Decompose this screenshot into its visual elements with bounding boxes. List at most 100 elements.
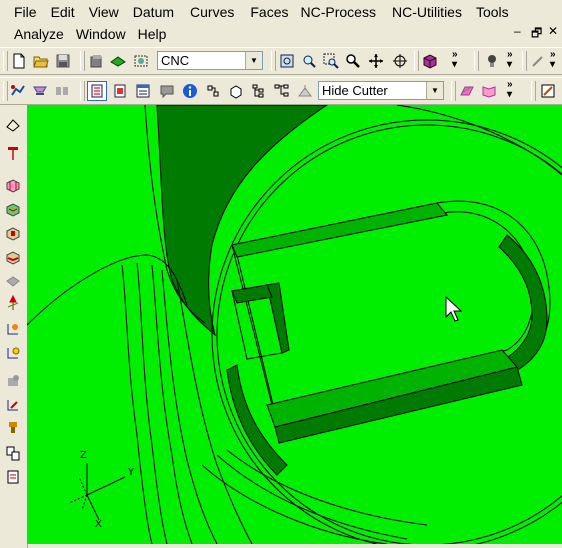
toolbar-grip[interactable]: [80, 81, 85, 101]
tool-library-button[interactable]: [3, 143, 23, 163]
toolpath-button[interactable]: [8, 81, 28, 101]
zoom-button[interactable]: [343, 51, 363, 71]
restore-button[interactable]: 🗗: [531, 24, 542, 45]
roughing-button[interactable]: [3, 175, 23, 195]
toolbar-grip[interactable]: [522, 51, 527, 71]
eraser-tool-button[interactable]: [3, 115, 23, 135]
zoom-window-icon: [303, 55, 316, 68]
info-button[interactable]: [180, 81, 200, 101]
profiling-button[interactable]: [3, 247, 23, 267]
zoom-window-button[interactable]: [299, 51, 319, 71]
toolbar-overflow-icon[interactable]: » ▾: [507, 50, 512, 70]
path-display-button[interactable]: [203, 81, 223, 101]
disabled-tool-icon: [8, 375, 19, 386]
verify-icon: [298, 85, 312, 97]
menu-file[interactable]: File: [14, 1, 45, 23]
toolbar-grip[interactable]: [531, 81, 536, 101]
toolbar-grip[interactable]: [474, 51, 479, 71]
sketch-button[interactable]: [528, 51, 548, 71]
chevron-down-icon: ▼: [426, 82, 443, 99]
nc-output-button[interactable]: [3, 467, 23, 487]
cutter-display-select[interactable]: Hide Cutter ▼: [318, 81, 444, 100]
save-disk-icon: [56, 54, 70, 68]
engrave-icon: [7, 400, 18, 411]
post-process-button[interactable]: [3, 443, 23, 463]
menu-window[interactable]: Window: [76, 23, 134, 45]
fixture-icon: [33, 86, 47, 95]
roughing-icon: [6, 179, 20, 193]
menu-nc-process[interactable]: NC-Process: [301, 1, 384, 23]
toolbar-grip[interactable]: [3, 51, 8, 71]
toolbar-grip[interactable]: [451, 81, 456, 101]
cutter-display-value: Hide Cutter: [322, 83, 388, 98]
toolbar-overflow-icon[interactable]: » ▾: [452, 50, 457, 70]
mode-select[interactable]: CNC ▼: [157, 51, 263, 70]
menu-nc-utilities[interactable]: NC-Utilities: [392, 1, 470, 23]
menu-datum[interactable]: Datum: [133, 1, 182, 23]
close-button[interactable]: ✕: [548, 24, 558, 38]
profiling-icon: [6, 251, 20, 265]
toolbar-overflow-icon[interactable]: » ▾: [507, 80, 512, 100]
disabled-tool-button[interactable]: [3, 371, 23, 391]
hierarchy-icon: [252, 84, 264, 98]
plane-button[interactable]: [457, 81, 477, 101]
engrave-button[interactable]: [3, 395, 23, 415]
menu-help[interactable]: Help: [138, 23, 175, 45]
drilling-icon: [7, 295, 19, 310]
minimize-button[interactable]: –: [514, 24, 521, 38]
toolbar-grip[interactable]: [414, 51, 419, 71]
toolbar-standard: CNC ▼ » ▾ » ▾ » ▾: [0, 47, 562, 75]
sequence-button[interactable]: [52, 81, 72, 101]
nc-sequence-icon: [91, 84, 103, 98]
menu-view[interactable]: View: [89, 1, 127, 23]
stock-icon: [230, 85, 242, 99]
layer-button[interactable]: [86, 51, 106, 71]
graphics-viewport[interactable]: Z X Y: [27, 105, 562, 544]
light-button[interactable]: [482, 51, 502, 71]
pan-button[interactable]: [366, 51, 386, 71]
toolbar-grip[interactable]: [271, 51, 276, 71]
zoom-all-button[interactable]: [277, 51, 297, 71]
thread-mill-button[interactable]: [3, 319, 23, 339]
save-button[interactable]: [53, 51, 73, 71]
disabled-operation-icon: [6, 276, 20, 287]
stock-button[interactable]: [226, 81, 246, 101]
fixture-button[interactable]: [30, 81, 50, 101]
finishing-button[interactable]: [3, 199, 23, 219]
menu-faces[interactable]: Faces: [250, 1, 296, 23]
machine-setup-button[interactable]: [131, 51, 151, 71]
nc-sequence-button[interactable]: [87, 81, 107, 101]
toolbar-grip[interactable]: [80, 51, 85, 71]
operation-button[interactable]: [110, 81, 130, 101]
probe-button[interactable]: [3, 343, 23, 363]
drilling-button[interactable]: [3, 293, 23, 313]
parameters-button[interactable]: [133, 81, 153, 101]
edit-sketch-button[interactable]: [538, 81, 558, 101]
view-solid-button[interactable]: [420, 51, 440, 71]
shade-button[interactable]: [108, 51, 128, 71]
menu-edit[interactable]: Edit: [51, 1, 83, 23]
comment-button[interactable]: [157, 81, 177, 101]
speech-bubble-icon: [160, 85, 174, 99]
surface-button[interactable]: [479, 81, 499, 101]
shade-icon: [110, 56, 126, 67]
menu-row-secondary: Analyze Window Help: [0, 23, 174, 45]
disabled-op-button[interactable]: [3, 271, 23, 291]
open-file-button[interactable]: [31, 51, 51, 71]
hierarchy-button[interactable]: [249, 81, 269, 101]
menu-tools[interactable]: Tools: [476, 1, 517, 23]
menu-analyze[interactable]: Analyze: [14, 23, 72, 45]
menu-curves[interactable]: Curves: [190, 1, 242, 23]
path-display-icon: [207, 85, 219, 97]
machine-setup-icon: [134, 55, 148, 67]
verify-button[interactable]: [295, 81, 315, 101]
tree-button[interactable]: [272, 81, 292, 101]
tap-button[interactable]: [3, 417, 23, 437]
zoom-prev-button[interactable]: [321, 51, 341, 71]
rotate-button[interactable]: [390, 51, 410, 71]
pocketing-button[interactable]: [3, 223, 23, 243]
toolbar-overflow-icon[interactable]: » ▾: [550, 50, 555, 70]
menu-bar: File Edit View Datum Curves Faces NC-Pro…: [0, 0, 562, 46]
magnifier-icon: [346, 54, 360, 68]
new-file-button[interactable]: [9, 51, 29, 71]
